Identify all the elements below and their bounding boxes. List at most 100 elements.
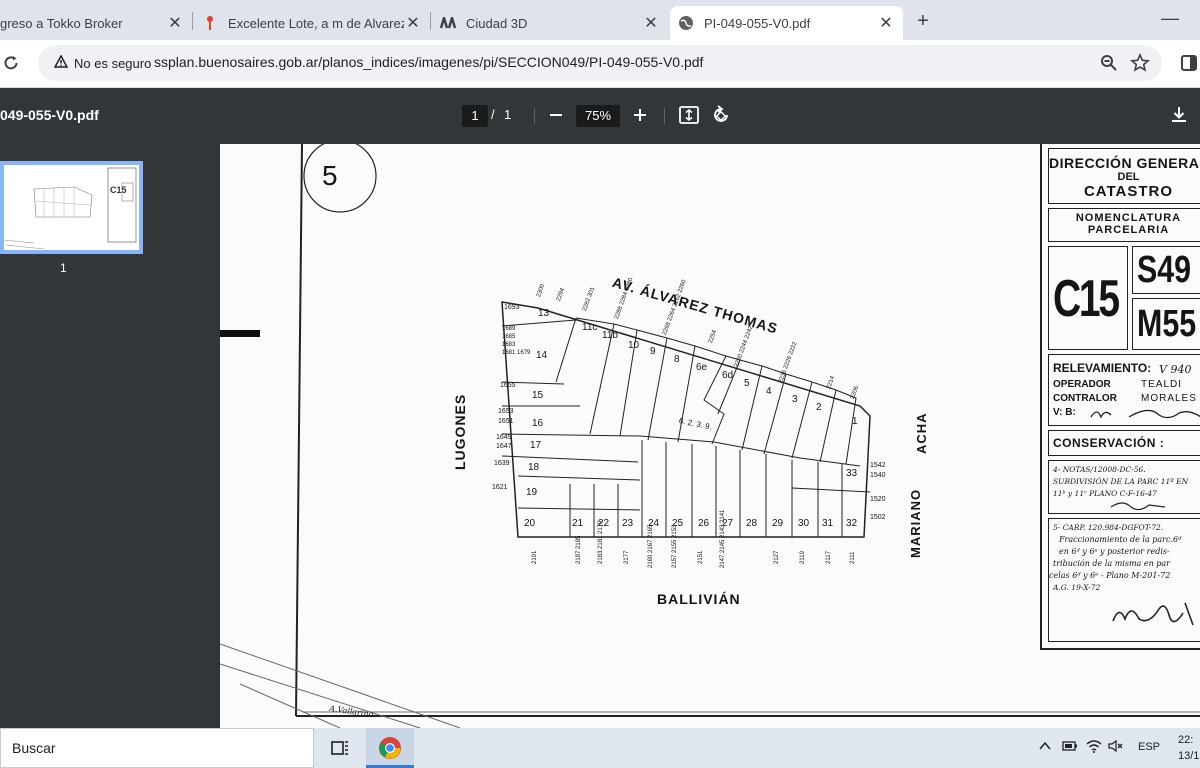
lot-label: 29 — [772, 518, 784, 529]
battery-icon[interactable] — [1062, 739, 1078, 756]
vb-label: V: B: — [1053, 407, 1076, 418]
conservacion-note: 11ᵇ y 11ᶜ PLANO C-F-16-47 — [1053, 489, 1157, 498]
tab-title: Excelente Lote, a m de Alvarez — [228, 15, 404, 31]
rotate-icon[interactable] — [710, 104, 732, 126]
page-total: 1 — [504, 107, 512, 122]
chevron-up-icon[interactable] — [1038, 739, 1052, 756]
door-number: 1647 — [496, 443, 512, 450]
tab-tokko[interactable]: greso a Tokko Broker ✕ — [0, 6, 192, 40]
lot-label: 8 — [674, 354, 680, 365]
page-number-input[interactable]: 1 — [462, 105, 488, 127]
tab-title: greso a Tokko Broker — [0, 15, 123, 31]
operador-value: TEALDI — [1141, 379, 1183, 390]
door-number: 1683 — [502, 342, 516, 348]
toolbar-divider — [534, 108, 535, 124]
title-block: DIRECCIÓN GENERAL DEL CATASTRO NOMENCLAT… — [1040, 144, 1200, 650]
zoom-icon[interactable] — [1100, 54, 1118, 72]
wifi-icon[interactable] — [1086, 739, 1102, 756]
tab-divider — [192, 12, 193, 30]
chrome-taskbar-button[interactable] — [366, 728, 414, 768]
ba-icon — [440, 15, 456, 31]
task-view-icon[interactable] — [330, 738, 350, 758]
conservacion-note: Fraccionamiento de la parc.6ᵈ — [1059, 535, 1182, 544]
url-text[interactable]: ssplan.buenosaires.gob.ar/planos_indices… — [154, 54, 703, 70]
tab-strip: greso a Tokko Broker ✕ Excelente Lote, a… — [0, 0, 1200, 40]
toolbar-divider — [664, 108, 665, 124]
lot-label: 3 — [792, 394, 798, 405]
nomenclature-box: NOMENCLATURA PARCELARIA — [1048, 208, 1200, 242]
conservacion-label: CONSERVACIÓN : — [1053, 436, 1165, 450]
lot-label: 14 — [536, 350, 548, 361]
street-acha: ACHA — [914, 412, 929, 454]
reload-icon[interactable] — [2, 54, 22, 74]
zoom-out-icon[interactable] — [546, 105, 566, 125]
close-icon[interactable]: ✕ — [877, 14, 895, 32]
fit-page-icon[interactable] — [678, 104, 700, 126]
door-number: 1651 — [498, 418, 514, 425]
lot-label: 31 — [822, 518, 834, 529]
download-icon[interactable] — [1168, 104, 1190, 126]
lot-label: 33 — [846, 468, 858, 479]
bookmark-star-icon[interactable] — [1130, 53, 1150, 73]
page-separator: / — [491, 107, 495, 122]
lot-label: 20 — [524, 518, 536, 529]
close-icon[interactable]: ✕ — [166, 14, 184, 32]
conservacion-note: SUBDIVISIÓN DE LA PARC 11º EN — [1053, 477, 1189, 486]
close-icon[interactable]: ✕ — [642, 14, 660, 32]
address-bar[interactable]: No es seguro ssplan.buenosaires.gob.ar/p… — [38, 45, 1162, 81]
lot-label: 30 — [798, 518, 810, 529]
tab-pdf-active[interactable]: PI-049-055-V0.pdf ✕ — [670, 6, 903, 40]
lot-label: 26 — [698, 518, 710, 529]
nomenclature-line-1: NOMENCLATURA — [1075, 212, 1182, 224]
door-number: 1621 — [492, 484, 508, 491]
globe-icon — [678, 15, 694, 31]
taskbar-search-box[interactable]: Buscar — [0, 728, 314, 768]
relevamiento-label: RELEVAMIENTO: — [1053, 361, 1152, 375]
lot-label: 21 — [572, 518, 584, 529]
close-icon[interactable]: ✕ — [404, 14, 422, 32]
chrome-icon — [379, 737, 401, 759]
door-number: 1649 — [496, 434, 512, 441]
lot-label: 11c — [582, 322, 598, 333]
conservacion-note-box-2: 5- CARP. 120.984-DGFOT-72. Fraccionamien… — [1048, 518, 1200, 642]
lot-label: 5 — [744, 378, 750, 389]
manzana-box: M55 — [1132, 298, 1200, 350]
clock[interactable]: 22: 13/12 — [1178, 732, 1200, 764]
lot-label: 9 — [650, 346, 656, 357]
pdf-title: 049-055-V0.pdf — [0, 107, 99, 123]
door-number: 1502 — [870, 514, 886, 521]
manzana-code: M55 — [1137, 303, 1197, 345]
relevamiento-value: V 940 — [1159, 363, 1192, 376]
lot-label: 18 — [528, 462, 540, 473]
lot-label: 11b — [602, 330, 618, 341]
door-number: 2177 — [624, 550, 630, 564]
door-number: 2157 2155 2153 — [672, 524, 678, 568]
tab-ciudad-3d[interactable]: Ciudad 3D ✕ — [432, 6, 668, 40]
street-mariano: MARIANO — [908, 488, 923, 558]
tab-title: Ciudad 3D — [466, 15, 528, 31]
lot-label: 2 — [816, 402, 822, 413]
pdf-thumbnail-sidebar: C15 1 — [0, 144, 220, 728]
lot-label: 32 — [846, 518, 858, 529]
search-placeholder: Buscar — [12, 740, 56, 756]
sheet-number: 5 — [322, 160, 338, 191]
door-number: 1685 — [502, 334, 516, 340]
door-number: 2119 — [800, 551, 806, 564]
lot-label: 4 — [766, 386, 772, 397]
volume-muted-icon[interactable] — [1108, 739, 1124, 756]
door-number: 1653 — [498, 408, 514, 415]
zoom-in-icon[interactable] — [630, 105, 650, 125]
conservacion-header-box: CONSERVACIÓN : — [1048, 430, 1200, 456]
lot-label: 15 — [532, 390, 544, 401]
page-thumbnail[interactable]: C15 — [0, 161, 143, 254]
tab-lote[interactable]: Excelente Lote, a m de Alvarez ✕ — [194, 6, 430, 40]
lot-label: 13 — [538, 308, 550, 319]
conservacion-note-box-1: 4- NOTAS/12008-DC-56. SUBDIVISIÓN DE LA … — [1048, 460, 1200, 514]
side-panel-icon[interactable] — [1180, 54, 1198, 72]
new-tab-icon[interactable]: + — [912, 10, 934, 32]
language-indicator[interactable]: ESP — [1138, 741, 1160, 753]
nomenclature-line-2: PARCELARIA — [1087, 224, 1170, 236]
security-chip[interactable]: No es seguro — [48, 48, 157, 78]
zoom-level-input[interactable]: 75% — [576, 105, 620, 127]
minimize-icon[interactable]: — — [1160, 8, 1180, 28]
